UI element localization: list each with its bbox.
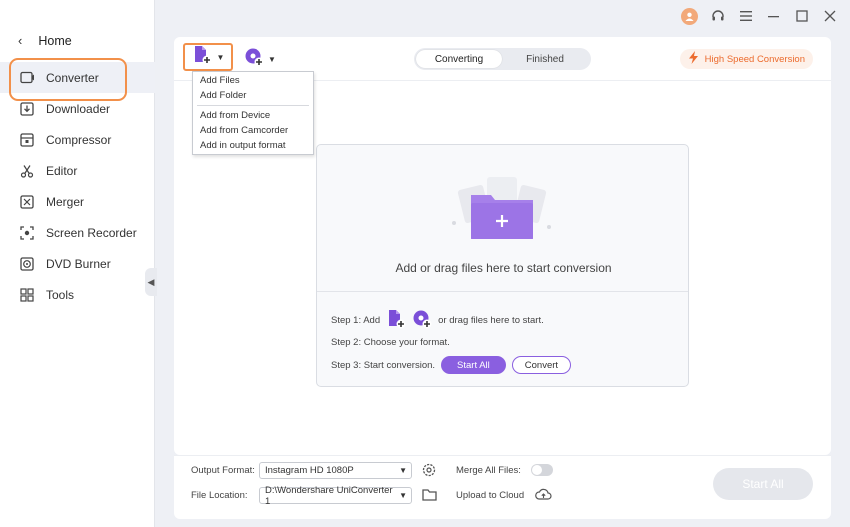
high-speed-conversion-button[interactable]: High Speed Conversion [679, 49, 813, 69]
add-file-icon[interactable] [386, 309, 406, 332]
hamburger-menu-icon[interactable] [738, 8, 754, 24]
start-all-button-small[interactable]: Start All [441, 356, 506, 374]
drop-divider [317, 291, 688, 292]
add-files-menu: Add Files Add Folder Add from Device Add… [192, 71, 314, 155]
output-format-label: Output Format: [191, 465, 255, 476]
step-2-text: Step 2: Choose your format. [331, 337, 450, 348]
menu-item-add-from-camcorder[interactable]: Add from Camcorder [193, 123, 313, 138]
sidebar-item-label: Compressor [46, 132, 112, 147]
home-link[interactable]: ‹ Home [18, 33, 72, 48]
chevron-left-icon: ‹ [18, 33, 23, 48]
folder-add-illustration [447, 175, 557, 245]
drop-prompt: Add or drag files here to start conversi… [395, 261, 612, 275]
sidebar-item-label: Editor [46, 163, 78, 178]
window-controls [681, 6, 838, 26]
sidebar-item-tools[interactable]: Tools [0, 279, 155, 310]
format-settings-icon[interactable] [422, 463, 437, 483]
add-file-icon [192, 45, 212, 70]
headset-icon[interactable] [710, 8, 726, 24]
sidebar-item-merger[interactable]: Merger [0, 186, 155, 217]
sidebar-item-compressor[interactable]: Compressor [0, 124, 155, 155]
chevron-down-icon: ▼ [399, 491, 407, 500]
sidebar-item-label: DVD Burner [46, 256, 111, 271]
chevron-left-icon: ◀ [147, 276, 155, 287]
menu-item-add-folder[interactable]: Add Folder [193, 88, 313, 103]
tab-converting[interactable]: Converting [416, 50, 502, 68]
file-location-label: File Location: [191, 490, 248, 501]
minimize-icon[interactable] [766, 8, 782, 24]
merger-icon [19, 194, 35, 210]
lightning-icon [688, 51, 699, 67]
chevron-down-icon[interactable]: ▼ [217, 53, 225, 62]
sidebar-item-label: Downloader [46, 101, 111, 116]
step-2: Step 2: Choose your format. [331, 337, 450, 348]
load-dvd-icon[interactable] [412, 309, 432, 332]
chevron-down-icon[interactable]: ▼ [268, 55, 276, 64]
sidebar: ‹ Home Converter Downloader Compressor E… [0, 0, 157, 527]
user-avatar-icon[interactable] [681, 7, 698, 25]
step-3-text: Step 3: Start conversion. [331, 359, 436, 371]
sidebar-item-downloader[interactable]: Downloader [0, 93, 155, 124]
load-dvd-icon [244, 47, 264, 72]
output-format-value: Instagram HD 1080P [265, 465, 354, 476]
upload-to-cloud-label: Upload to Cloud [456, 490, 525, 501]
converter-icon [19, 70, 35, 86]
sidebar-item-label: Merger [46, 194, 85, 209]
sidebar-nav: Converter Downloader Compressor Editor M… [0, 58, 155, 310]
sidebar-item-label: Screen Recorder [46, 225, 137, 240]
converting-finished-tabs: Converting Finished [414, 48, 591, 70]
sidebar-item-screen-recorder[interactable]: Screen Recorder [0, 217, 155, 248]
menu-separator [197, 105, 309, 106]
sidebar-item-editor[interactable]: Editor [0, 155, 155, 186]
convert-button[interactable]: Convert [511, 356, 572, 374]
chevron-down-icon: ▼ [399, 466, 407, 475]
cloud-icon[interactable] [535, 488, 552, 506]
step-3: Step 3: Start conversion. Start All Conv… [331, 356, 572, 374]
compressor-icon [19, 132, 35, 148]
add-files-button[interactable]: ▼ [183, 43, 233, 71]
sidebar-collapse-handle[interactable]: ◀ [145, 268, 157, 296]
sidebar-item-converter[interactable]: Converter [0, 58, 155, 101]
menu-item-add-files[interactable]: Add Files [193, 73, 313, 88]
start-all-button[interactable]: Start All [713, 468, 813, 500]
high-speed-label: High Speed Conversion [704, 53, 805, 65]
downloader-icon [19, 101, 35, 117]
maximize-icon[interactable] [794, 8, 810, 24]
merge-all-files-toggle[interactable] [531, 464, 553, 476]
dvd-icon [19, 256, 35, 272]
scissors-icon [19, 163, 35, 179]
drop-zone[interactable]: Add or drag files here to start conversi… [316, 144, 689, 387]
folder-icon[interactable] [422, 488, 437, 507]
close-icon[interactable] [822, 8, 838, 24]
step-1: Step 1: Add or drag files here to start. [331, 309, 544, 332]
menu-item-add-from-device[interactable]: Add from Device [193, 108, 313, 123]
home-label: Home [38, 33, 72, 48]
sidebar-item-label: Tools [46, 287, 75, 302]
tab-finished[interactable]: Finished [502, 50, 588, 68]
sidebar-item-label: Converter [46, 70, 99, 85]
tools-grid-icon [19, 287, 35, 303]
output-format-select[interactable]: Instagram HD 1080P ▼ [259, 462, 412, 479]
load-dvd-button[interactable]: ▼ [244, 47, 276, 72]
menu-item-add-in-output-format[interactable]: Add in output format [193, 138, 313, 153]
sidebar-item-dvd-burner[interactable]: DVD Burner [0, 248, 155, 279]
step-1-suffix: or drag files here to start. [438, 315, 544, 326]
file-location-value: D:\Wondershare UniConverter 1 [265, 484, 393, 507]
file-location-select[interactable]: D:\Wondershare UniConverter 1 ▼ [259, 484, 412, 507]
bottom-bar: Output Format: Instagram HD 1080P ▼ File… [174, 455, 831, 519]
screen-recorder-icon [19, 225, 35, 241]
step-1-prefix: Step 1: Add [331, 315, 381, 326]
merge-all-files-label: Merge All Files: [456, 465, 521, 476]
